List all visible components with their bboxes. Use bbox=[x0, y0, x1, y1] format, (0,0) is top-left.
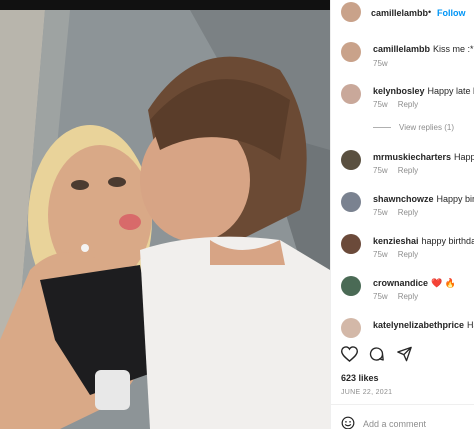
avatar[interactable] bbox=[341, 234, 361, 254]
avatar[interactable] bbox=[341, 2, 361, 22]
share-icon[interactable] bbox=[396, 346, 413, 362]
caption-body: Kiss me :* i bbox=[433, 44, 474, 54]
comment-row: kenzieshai happy birthda 75w Reply bbox=[331, 234, 474, 264]
comment-time[interactable]: 75w bbox=[373, 166, 388, 175]
likes-count[interactable]: 623 likes bbox=[341, 373, 379, 383]
post-username[interactable]: camillelambb bbox=[371, 8, 428, 18]
comment-body: ❤️ 🔥 bbox=[431, 278, 456, 288]
post-date[interactable]: JUNE 22, 2021 bbox=[341, 389, 392, 396]
caption-text: camillelambb Kiss me :* i bbox=[373, 44, 474, 54]
comment-body: happy birthda bbox=[421, 236, 474, 246]
view-replies-button[interactable]: View replies (1) bbox=[373, 123, 454, 132]
caption-username[interactable]: camillelambb bbox=[373, 44, 430, 54]
separator-dot: • bbox=[428, 7, 432, 17]
avatar[interactable] bbox=[341, 84, 361, 104]
comment-text: kenzieshai happy birthda bbox=[373, 236, 474, 246]
comment-row: shawnchowze Happy birt 75w Reply bbox=[331, 192, 474, 222]
comments-panel: camillelambb • Follow camillelambb Kiss m… bbox=[330, 0, 474, 429]
follow-button[interactable]: Follow bbox=[437, 8, 466, 18]
comment-meta: 75w Reply bbox=[373, 250, 428, 259]
comment-username[interactable]: mrmuskiecharters bbox=[373, 152, 451, 162]
comment-body: Happ bbox=[454, 152, 474, 162]
comment-time[interactable]: 75w bbox=[373, 100, 388, 109]
caption-time[interactable]: 75w bbox=[373, 59, 388, 68]
reply-button[interactable]: Reply bbox=[398, 250, 418, 259]
comment-meta: 75w Reply bbox=[373, 166, 428, 175]
heart-icon[interactable] bbox=[340, 346, 359, 363]
avatar[interactable] bbox=[341, 276, 361, 296]
avatar[interactable] bbox=[341, 192, 361, 212]
comment-time[interactable]: 75w bbox=[373, 250, 388, 259]
comment-time[interactable]: 75w bbox=[373, 292, 388, 301]
caption-meta: 75w bbox=[373, 59, 398, 68]
comment-body: Happy late b bbox=[427, 86, 474, 96]
avatar[interactable] bbox=[341, 318, 361, 338]
avatar[interactable] bbox=[341, 150, 361, 170]
comment-text: shawnchowze Happy birt bbox=[373, 194, 474, 204]
comment-text: mrmuskiecharters Happ bbox=[373, 152, 474, 162]
comment-icon[interactable] bbox=[368, 346, 385, 362]
comment-text: katelynelizabethpriceHa bbox=[373, 320, 474, 330]
post-header: camillelambb • Follow bbox=[331, 0, 474, 28]
reply-button[interactable]: Reply bbox=[398, 100, 418, 109]
post-photo[interactable] bbox=[0, 10, 330, 429]
comment-meta: 75w Reply bbox=[373, 100, 428, 109]
reply-button[interactable]: Reply bbox=[398, 166, 418, 175]
comment-row: crownandice ❤️ 🔥 75w Reply bbox=[331, 276, 474, 306]
comment-row: mrmuskiecharters Happ 75w Reply bbox=[331, 150, 474, 180]
reply-button[interactable]: Reply bbox=[398, 208, 418, 217]
add-comment-input[interactable]: Add a comment bbox=[363, 419, 426, 429]
comment-row: kelynbosley Happy late b 75w Reply bbox=[331, 84, 474, 114]
comment-username[interactable]: shawnchowze bbox=[373, 194, 434, 204]
comment-text: crownandice ❤️ 🔥 bbox=[373, 278, 456, 289]
post-image bbox=[0, 10, 330, 429]
comment-body: Happy birt bbox=[436, 194, 474, 204]
avatar[interactable] bbox=[341, 42, 361, 62]
comment-username[interactable]: kelynbosley bbox=[373, 86, 425, 96]
divider bbox=[331, 404, 474, 405]
comment-username[interactable]: katelynelizabethprice bbox=[373, 320, 464, 330]
comment-meta: 75w Reply bbox=[373, 208, 428, 217]
comment-username[interactable]: kenzieshai bbox=[373, 236, 419, 246]
comment-text: kelynbosley Happy late b bbox=[373, 86, 474, 96]
comment-meta: 75w Reply bbox=[373, 292, 428, 301]
comment-row: katelynelizabethpriceHa bbox=[331, 318, 474, 338]
reply-button[interactable]: Reply bbox=[398, 292, 418, 301]
comment-time[interactable]: 75w bbox=[373, 208, 388, 217]
replies-line bbox=[373, 127, 391, 129]
view-replies-label: View replies (1) bbox=[399, 123, 454, 132]
comment-username[interactable]: crownandice bbox=[373, 278, 428, 288]
action-bar bbox=[340, 346, 419, 364]
smiley-icon[interactable] bbox=[341, 416, 355, 429]
comment-body: Ha bbox=[467, 320, 474, 330]
caption-row: camillelambb Kiss me :* i 75w bbox=[331, 42, 474, 72]
